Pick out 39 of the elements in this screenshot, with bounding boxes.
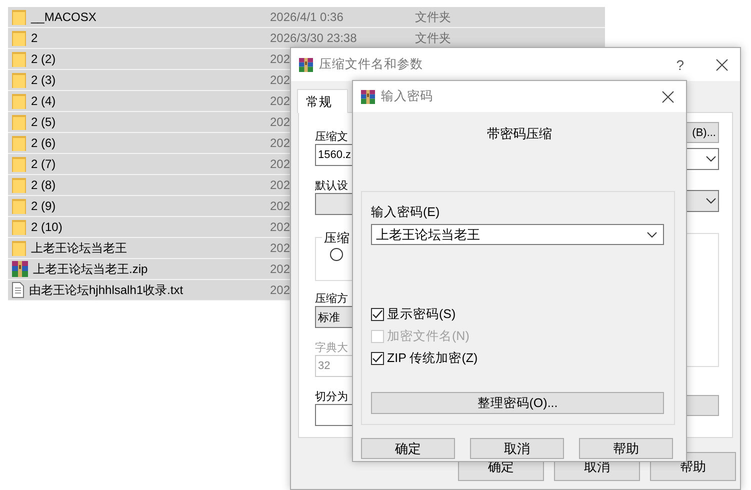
- file-date: 202: [270, 220, 290, 234]
- file-date: 202: [270, 241, 290, 255]
- file-date: 202: [270, 262, 290, 276]
- field-label: 压缩文: [315, 130, 348, 144]
- file-type: 文件夹: [415, 8, 451, 26]
- file-name: 2 (4): [31, 94, 56, 108]
- file-name: 2: [31, 31, 38, 45]
- file-name: 2 (2): [31, 52, 56, 66]
- file-date: 202: [270, 73, 290, 87]
- field-label: 默认设: [315, 179, 348, 193]
- file-name: 上老王论坛当老王.zip: [33, 260, 148, 278]
- file-date: 202: [270, 199, 290, 213]
- window-title: 压缩文件名和参数: [319, 56, 424, 73]
- file-name: 2 (10): [31, 220, 62, 234]
- dialog-heading: 带密码压缩: [486, 125, 553, 141]
- file-date: 2026/3/30 23:38: [270, 31, 357, 45]
- file-date: 202: [270, 136, 290, 150]
- file-name: 2 (9): [31, 199, 56, 213]
- file-name: 2 (7): [31, 157, 56, 171]
- window-title: 输入密码: [381, 88, 434, 105]
- file-date: 202: [270, 52, 290, 66]
- file-name: 2 (5): [31, 115, 56, 129]
- file-date: 202: [270, 283, 290, 297]
- file-name: 2 (8): [31, 178, 56, 192]
- file-date: 202: [270, 115, 290, 129]
- file-name: 2 (6): [31, 136, 56, 150]
- file-date: 202: [270, 157, 290, 171]
- file-date: 2026/4/1 0:36: [270, 10, 344, 24]
- file-date: 202: [270, 94, 290, 108]
- field-label: 字典大: [315, 340, 348, 355]
- password-label: 输入密码(E): [371, 204, 440, 221]
- field-label: 压缩方: [315, 292, 348, 306]
- file-date: 202: [270, 178, 290, 192]
- file-name: 由老王论坛hjhhlsalh1收录.txt: [29, 282, 184, 298]
- field-label: 切分为: [315, 390, 348, 404]
- file-name: 上老王论坛当老王: [31, 240, 127, 256]
- file-name: 2 (3): [31, 73, 56, 87]
- file-name: __MACOSX: [31, 10, 96, 24]
- file-type: 文件夹: [415, 30, 451, 46]
